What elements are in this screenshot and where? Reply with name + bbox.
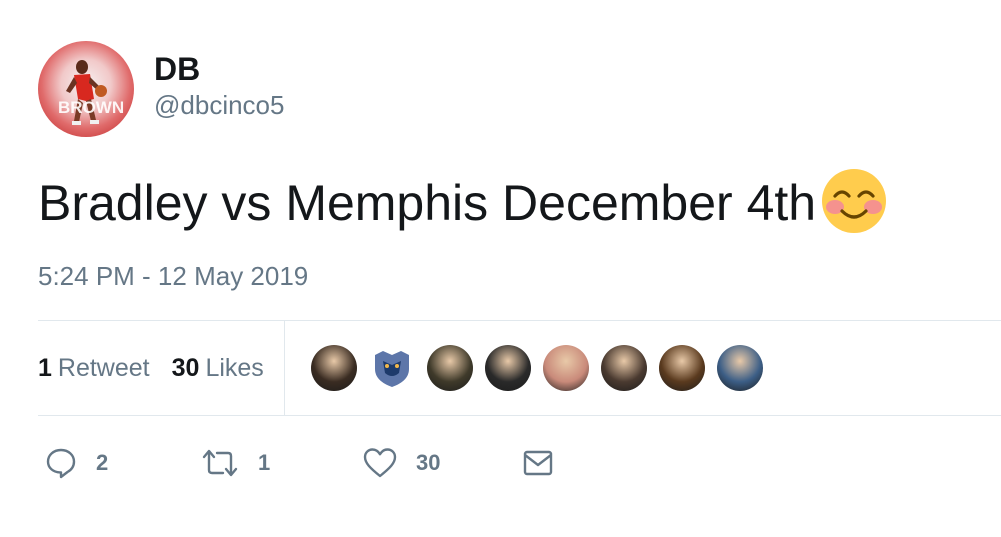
liker-avatars [310, 345, 775, 391]
stat-counts: 1 Retweet 30 Likes [38, 321, 285, 415]
retweet-icon [202, 449, 238, 477]
author-info: DB @dbcinco5 [154, 51, 284, 122]
liker-avatar-5[interactable] [542, 345, 589, 391]
liker-avatar-1[interactable] [310, 345, 357, 391]
envelope-icon [523, 450, 553, 476]
liker-avatar-2[interactable] [368, 345, 415, 391]
tweet-timestamp[interactable]: 5:24 PM - 12 May 2019 [38, 256, 308, 296]
retweets-stat-count: 1 [38, 353, 52, 382]
author-display-name[interactable]: DB [154, 50, 284, 88]
reply-button[interactable]: 2 [44, 438, 108, 488]
reply-count: 2 [96, 450, 109, 475]
heart-icon [363, 448, 397, 478]
like-button[interactable]: 30 [362, 438, 440, 488]
liker-avatar-7[interactable] [658, 345, 705, 391]
tweet-header: BROWN DB @dbcinco5 [38, 40, 284, 138]
direct-message-button[interactable] [522, 438, 554, 488]
liker-avatar-3[interactable] [426, 345, 473, 391]
smiling-face-emoji-icon [820, 167, 888, 235]
tweet-text: Bradley vs Memphis December 4th [38, 164, 888, 242]
grizzly-logo-icon [374, 351, 409, 387]
retweets-stat[interactable]: 1 Retweet [38, 354, 150, 383]
retweet-count: 1 [258, 450, 271, 475]
retweets-stat-label: Retweet [57, 353, 150, 382]
liker-avatar-8[interactable] [716, 345, 763, 391]
reply-icon [46, 448, 76, 479]
liker-avatar-6[interactable] [600, 345, 647, 391]
retweet-button[interactable]: 1 [200, 438, 270, 488]
avatar-logo-text: BROWN [58, 98, 124, 117]
avatar-artwork: BROWN [58, 60, 124, 125]
author-avatar[interactable]: BROWN [38, 41, 134, 137]
author-handle[interactable]: @dbcinco5 [154, 88, 284, 122]
like-count: 30 [416, 450, 441, 475]
liker-avatar-4[interactable] [484, 345, 531, 391]
likes-stat[interactable]: 30 Likes [172, 354, 264, 383]
tweet-text-content: Bradley vs Memphis December 4th [38, 175, 817, 231]
likes-stat-count: 30 [171, 353, 200, 382]
tweet-stats: 1 Retweet 30 Likes [38, 320, 1001, 416]
likes-stat-label: Likes [205, 353, 264, 382]
